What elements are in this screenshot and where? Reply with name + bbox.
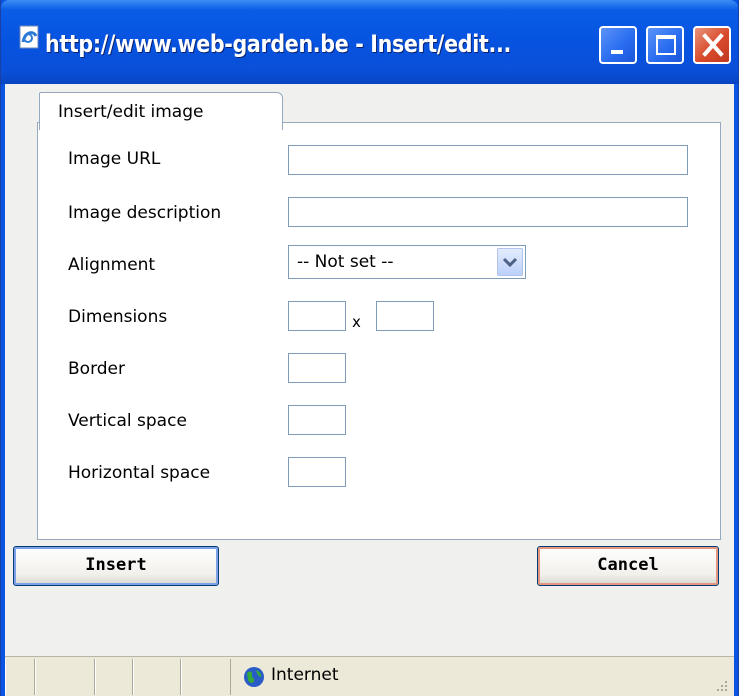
tab-insert-edit-image[interactable]: Insert/edit image — [39, 92, 283, 130]
security-zone-label: Internet — [271, 665, 339, 685]
alignment-selected-value: -- Not set -- — [297, 252, 394, 272]
maximize-icon — [656, 35, 676, 55]
cancel-button[interactable]: Cancel — [537, 546, 719, 586]
status-cell — [133, 659, 181, 695]
height-input[interactable] — [376, 301, 434, 331]
horizontal-space-input[interactable] — [288, 457, 346, 487]
vertical-space-input[interactable] — [288, 405, 346, 435]
close-button[interactable] — [693, 26, 731, 64]
image-url-input[interactable] — [288, 145, 688, 175]
image-url-label: Image URL — [68, 149, 161, 169]
status-cell — [181, 659, 231, 695]
horizontal-space-label: Horizontal space — [68, 463, 211, 483]
title-bar[interactable]: http://www.web-garden.be - Insert/edit..… — [1, 0, 738, 84]
minimize-icon — [611, 50, 623, 54]
dialog-window: http://www.web-garden.be - Insert/edit..… — [0, 0, 739, 696]
minimize-button[interactable] — [599, 26, 637, 64]
status-cell — [95, 659, 133, 695]
ie-page-icon — [19, 25, 39, 49]
insert-button[interactable]: Insert — [13, 546, 219, 586]
alignment-label: Alignment — [68, 255, 156, 275]
border-label: Border — [68, 359, 125, 379]
close-icon — [702, 33, 724, 57]
image-description-input[interactable] — [288, 197, 688, 227]
border-input[interactable] — [288, 353, 346, 383]
dropdown-arrow-button[interactable] — [497, 248, 523, 276]
window-title: http://www.web-garden.be - Insert/edit..… — [45, 30, 511, 58]
tab-panel: Image URL Image description Alignment --… — [37, 122, 721, 540]
globe-icon — [244, 667, 264, 687]
width-input[interactable] — [288, 301, 346, 331]
dialog-body: Insert/edit image Image URL Image descri… — [5, 84, 734, 696]
status-cell — [5, 659, 35, 695]
dimensions-separator: x — [352, 313, 361, 331]
maximize-button[interactable] — [646, 26, 684, 64]
image-description-label: Image description — [68, 203, 222, 223]
alignment-select[interactable]: -- Not set -- — [288, 245, 526, 279]
status-cell — [35, 659, 95, 695]
dimensions-label: Dimensions — [68, 307, 168, 327]
tab-label: Insert/edit image — [58, 102, 204, 122]
vertical-space-label: Vertical space — [68, 411, 187, 431]
chevron-down-icon — [502, 257, 518, 268]
resize-grip-icon[interactable] — [712, 676, 730, 694]
status-bar: Internet — [5, 656, 734, 696]
